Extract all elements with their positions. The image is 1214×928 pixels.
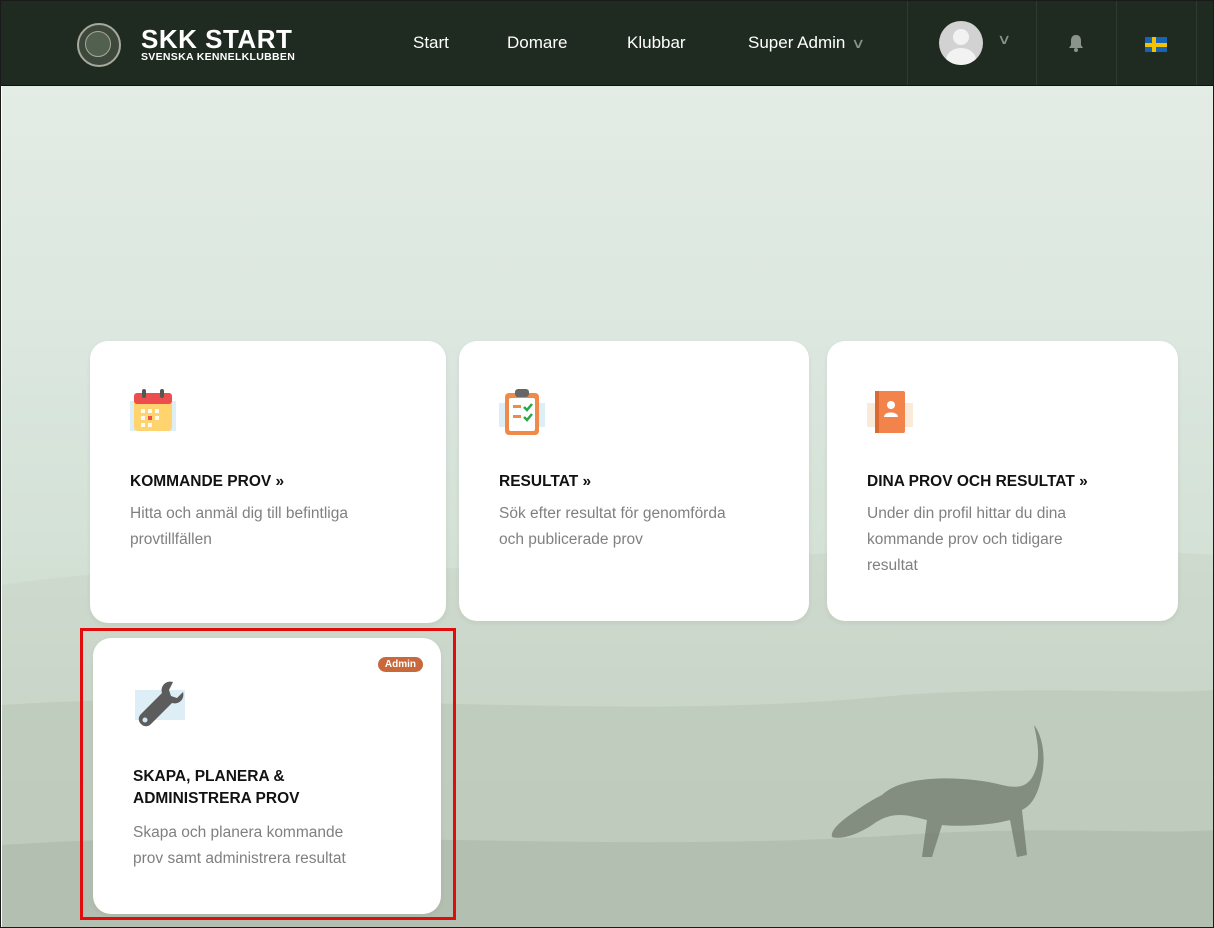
bell-icon[interactable] xyxy=(1068,34,1084,52)
brand-logo[interactable]: SKK START SVENSKA KENNELKLUBBEN xyxy=(77,23,295,67)
card-description: och publicerade prov xyxy=(499,531,643,548)
card-description: Sök efter resultat för genomförda xyxy=(499,505,726,522)
card-description: Under din profil hittar du dina xyxy=(867,505,1067,522)
card-title[interactable]: RESULTAT » xyxy=(499,471,591,493)
chevron-down-icon: ∨ xyxy=(851,35,866,51)
nav-divider xyxy=(1036,1,1037,85)
card-title[interactable]: KOMMANDE PROV » xyxy=(130,471,284,493)
nav-divider xyxy=(1196,1,1197,85)
user-avatar-icon[interactable] xyxy=(939,21,983,65)
app-window: SKK START SVENSKA KENNELKLUBBEN Start Do… xyxy=(0,0,1214,928)
brand-title: SKK START xyxy=(141,24,293,54)
nav-divider xyxy=(907,1,908,85)
swedish-flag-icon[interactable] xyxy=(1145,37,1167,52)
top-navbar: SKK START SVENSKA KENNELKLUBBEN Start Do… xyxy=(1,1,1213,86)
chevron-down-icon[interactable]: ∨ xyxy=(997,31,1011,48)
clipboard-check-icon xyxy=(499,389,545,435)
super-admin-label: Super Admin xyxy=(748,33,846,52)
nav-start[interactable]: Start xyxy=(413,33,449,53)
card-resultat[interactable]: RESULTAT » Sök efter resultat för genomf… xyxy=(459,341,809,621)
card-dina-prov-och-resultat[interactable]: DINA PROV OCH RESULTAT » Under din profi… xyxy=(827,341,1178,621)
card-description: resultat xyxy=(867,557,918,574)
kennel-club-seal-icon xyxy=(77,23,121,67)
card-description: kommande prov och tidigare xyxy=(867,531,1063,548)
calendar-icon xyxy=(130,389,176,431)
card-description: provtillfällen xyxy=(130,531,212,548)
highlight-box xyxy=(80,628,456,920)
card-kommande-prov[interactable]: KOMMANDE PROV » Hitta och anmäl dig till… xyxy=(90,341,446,623)
card-title[interactable]: DINA PROV OCH RESULTAT » xyxy=(867,471,1088,493)
nav-domare[interactable]: Domare xyxy=(507,33,567,53)
nav-divider xyxy=(1116,1,1117,85)
card-description: Hitta och anmäl dig till befintliga xyxy=(130,505,348,522)
nav-super-admin-menu[interactable]: Super Admin ∨ xyxy=(748,33,866,53)
brand-subtitle: SVENSKA KENNELKLUBBEN xyxy=(141,51,296,63)
nav-klubbar[interactable]: Klubbar xyxy=(627,33,686,53)
profile-book-icon xyxy=(867,391,913,433)
